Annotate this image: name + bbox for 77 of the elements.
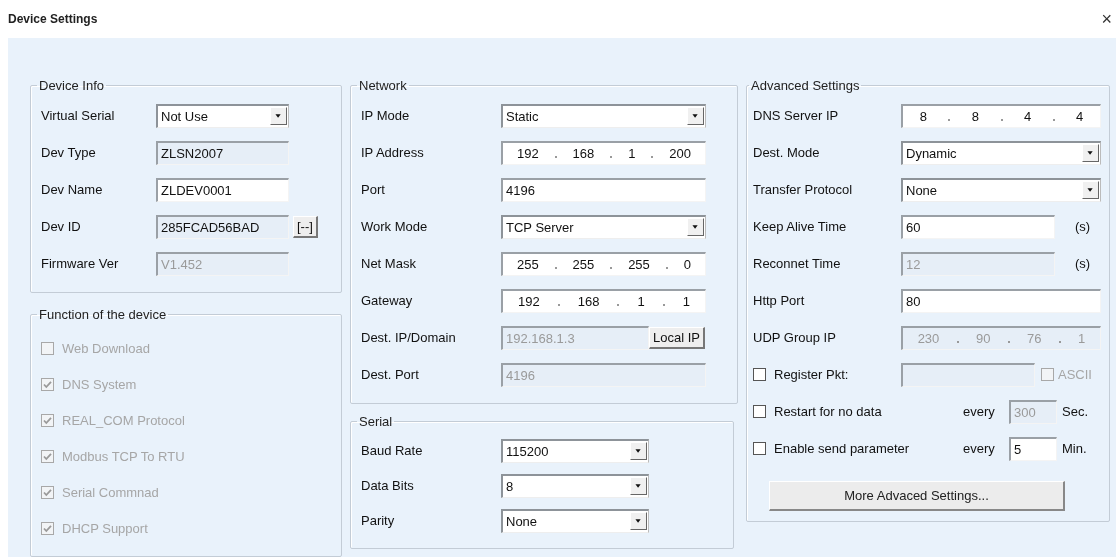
checkbox[interactable]	[753, 442, 766, 455]
checkbox-label: REAL_COM Protocol	[62, 412, 185, 428]
checkbox-label: Enable send parameter	[774, 441, 910, 456]
action-button[interactable]: [--]	[293, 215, 318, 238]
group-title: Function of the device	[38, 307, 168, 322]
field-label: Virtual Serial	[41, 108, 116, 123]
field-label: Dest. Port	[361, 367, 420, 382]
field-label: DNS Server IP	[753, 108, 840, 123]
dropdown[interactable]: TCP Server	[501, 214, 706, 239]
dropdown[interactable]: 115200	[501, 438, 649, 463]
dropdown[interactable]: None	[501, 508, 649, 533]
field-label: Dev ID	[41, 219, 82, 234]
window-title: Device Settings	[8, 12, 98, 26]
ip-address-field[interactable]: 255 255 255 0	[501, 251, 706, 276]
checkbox-label: Register Pkt:	[774, 367, 849, 382]
field-label: Baud Rate	[361, 443, 424, 458]
text-field[interactable]: ZLDEV0001	[156, 177, 289, 202]
field-label: Reconnet Time	[753, 256, 842, 271]
text-field[interactable]: 80	[901, 288, 1101, 313]
caret-icon[interactable]	[630, 477, 647, 495]
field-label: Gateway	[361, 293, 414, 308]
dropdown[interactable]: None	[901, 177, 1101, 202]
field-label: IP Mode	[361, 108, 411, 123]
field-label: Dest. Mode	[753, 145, 821, 160]
every-label: every	[963, 441, 996, 456]
caret-icon[interactable]	[687, 107, 704, 125]
unit-label: (s)	[1075, 219, 1091, 234]
field-label: Parity	[361, 513, 396, 528]
checkbox-label: DHCP Support	[62, 520, 148, 536]
text-field[interactable]: 285FCAD56BAD	[156, 214, 289, 239]
ip-address-field[interactable]: 8 8 4 4	[901, 103, 1101, 128]
field-label: Data Bits	[361, 478, 415, 493]
text-field[interactable]: 4196	[501, 177, 706, 202]
caret-icon[interactable]	[1082, 181, 1099, 199]
group-title: Device Info	[38, 78, 106, 93]
close-button[interactable]: ×	[1101, 10, 1112, 28]
caret-icon[interactable]	[270, 107, 287, 125]
field-label: Dev Type	[41, 145, 97, 160]
checkbox-label: ASCII	[1058, 367, 1092, 382]
ip-address-field[interactable]: 192 168 1 200	[501, 140, 706, 165]
dropdown[interactable]: Not Use	[156, 103, 289, 128]
field-label: UDP Group IP	[753, 330, 837, 345]
checkbox[interactable]	[753, 368, 766, 381]
group-title: Network	[358, 78, 408, 93]
field-label: Keep Alive Time	[753, 219, 848, 234]
text-field[interactable]: 5	[1009, 436, 1057, 461]
checkbox-label: Modbus TCP To RTU	[62, 448, 185, 464]
caret-icon[interactable]	[1082, 144, 1099, 162]
field-label: Firmware Ver	[41, 256, 120, 271]
field-label: Net Mask	[361, 256, 417, 271]
every-label: every	[963, 404, 996, 419]
text-field[interactable]: ZLSN2007	[156, 140, 289, 165]
dropdown[interactable]: 8	[501, 473, 649, 498]
ip-address-field[interactable]: 192 168 1 1	[501, 288, 706, 313]
checkbox-label: Serial Commnad	[62, 484, 159, 500]
field-label: Work Mode	[361, 219, 429, 234]
field-label: IP Address	[361, 145, 425, 160]
dropdown[interactable]: Static	[501, 103, 706, 128]
field-label: Transfer Protocol	[753, 182, 854, 197]
caret-icon[interactable]	[630, 512, 647, 530]
checkbox-label: DNS System	[62, 376, 137, 392]
checkbox-label: Restart for no data	[774, 404, 882, 419]
unit-label: (s)	[1075, 256, 1091, 271]
dropdown[interactable]: Dynamic	[901, 140, 1101, 165]
caret-icon[interactable]	[687, 218, 704, 236]
field-label: Dev Name	[41, 182, 104, 197]
checkbox-label: Web Download	[62, 340, 150, 356]
group-title: Advanced Settings	[750, 78, 861, 93]
unit-label: Min.	[1062, 441, 1087, 456]
text-field[interactable]: 60	[901, 214, 1055, 239]
group-title: Serial	[358, 414, 394, 429]
field-label: Dest. IP/Domain	[361, 330, 457, 345]
unit-label: Sec.	[1062, 404, 1088, 419]
more-settings-button[interactable]: More Advaced Settings...	[769, 481, 1065, 511]
field-label: Http Port	[753, 293, 806, 308]
caret-icon[interactable]	[630, 442, 647, 460]
field-label: Port	[361, 182, 386, 197]
